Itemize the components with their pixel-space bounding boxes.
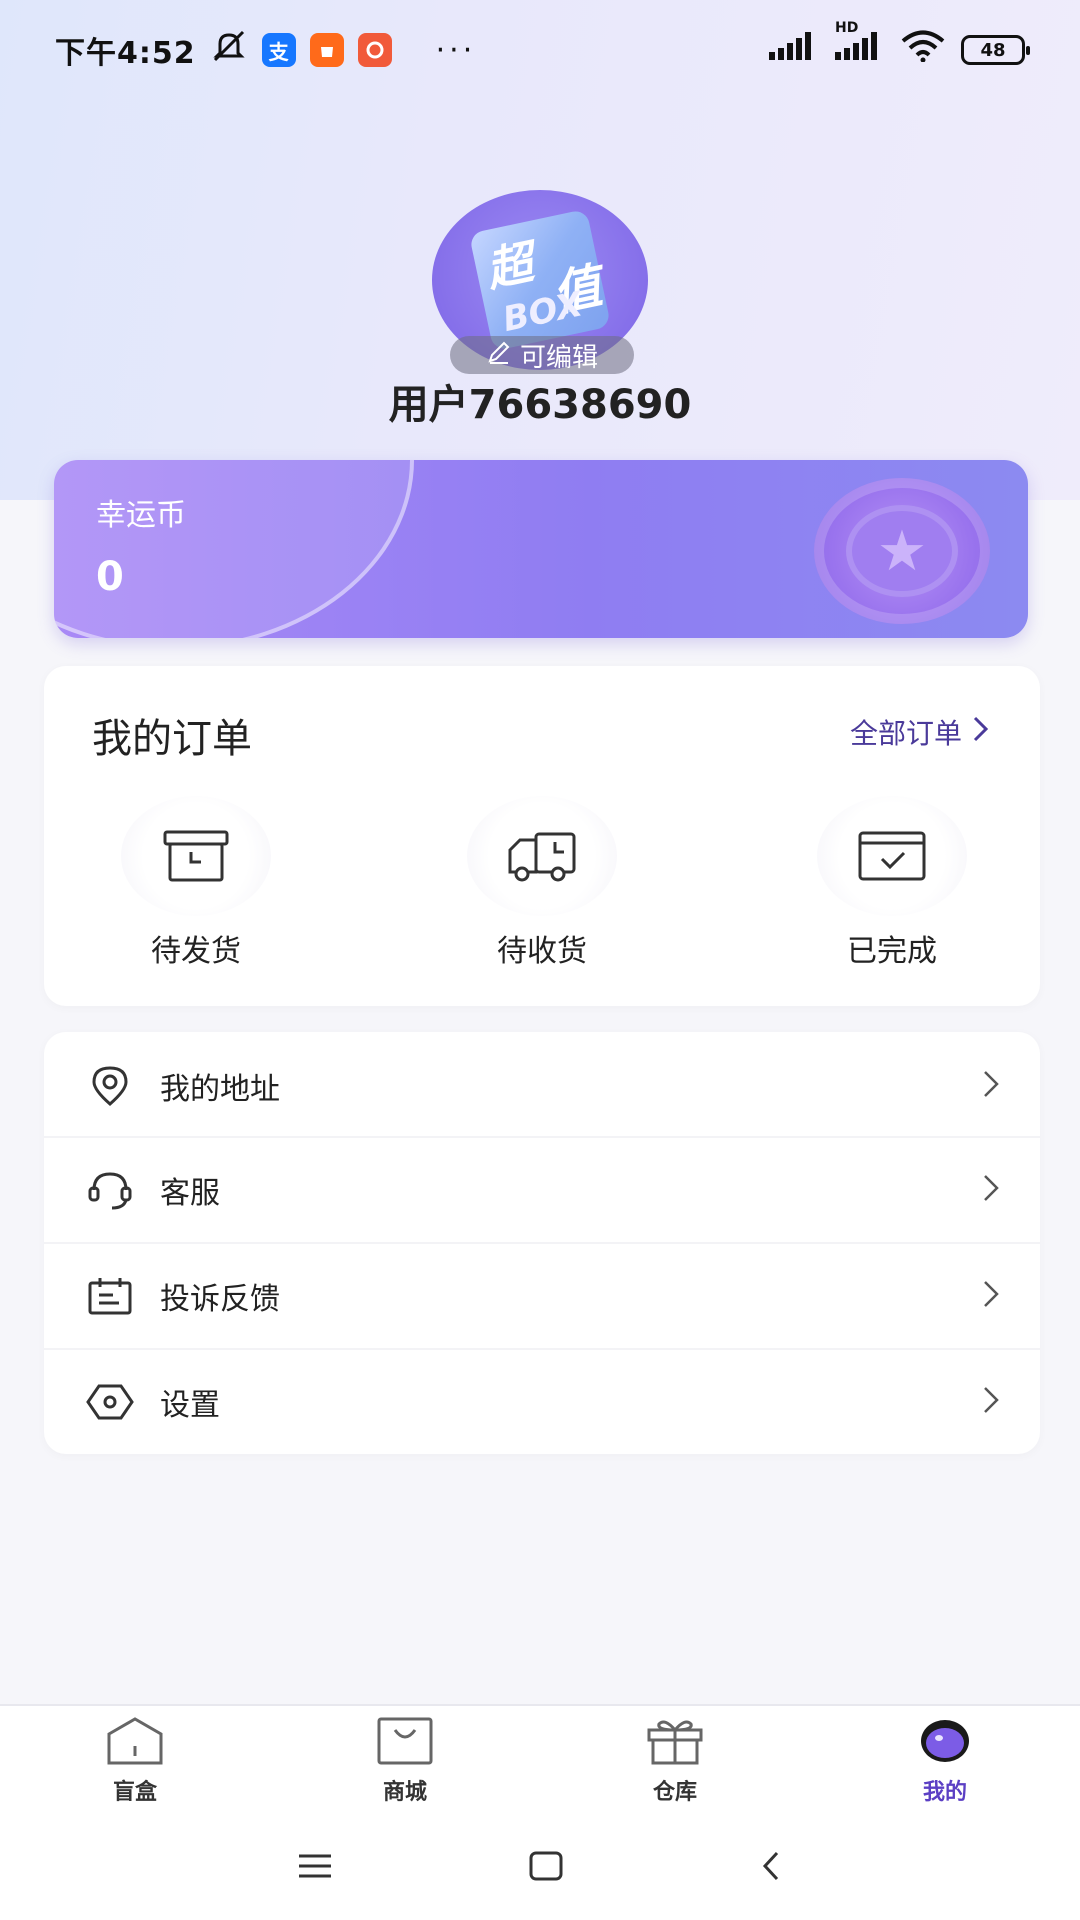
menu-item-feedback[interactable]: 投诉反馈 xyxy=(44,1244,1040,1348)
coin-value: 0 xyxy=(96,554,124,600)
status-bar: 下午4:52 支 ··· HD 48 xyxy=(0,0,1080,100)
hd-label: HD xyxy=(835,20,859,36)
menu-label: 设置 xyxy=(160,1388,220,1423)
headset-icon xyxy=(84,1164,136,1216)
more-notifications-icon: ··· xyxy=(435,32,477,68)
decorative-arc xyxy=(54,460,414,638)
star-coin-icon: ★ xyxy=(814,478,990,624)
edit-profile-button[interactable]: 可编辑 xyxy=(450,336,634,374)
menu-card: 我的地址 客服 投诉反馈 设置 xyxy=(44,1032,1040,1454)
battery-icon: 48 xyxy=(961,35,1030,65)
nav-mall[interactable]: 商城 xyxy=(270,1706,540,1816)
shopping-app-icon xyxy=(309,33,344,67)
feedback-calendar-icon xyxy=(84,1270,136,1322)
nav-label: 商城 xyxy=(382,1780,427,1805)
nav-label: 盲盒 xyxy=(112,1780,157,1805)
hd-signal-icon: HD xyxy=(835,20,885,68)
alipay-app-icon: 支 xyxy=(261,33,296,67)
chevron-right-icon xyxy=(982,1173,1000,1207)
all-orders-label: 全部订单 xyxy=(849,717,962,750)
wifi-icon xyxy=(901,30,945,70)
status-time: 下午4:52 xyxy=(55,36,196,71)
username: 用户76638690 xyxy=(388,382,692,428)
order-label: 已完成 xyxy=(847,934,937,969)
home-square-icon[interactable] xyxy=(528,1850,564,1886)
gift-icon xyxy=(645,1716,705,1770)
nav-label: 我的 xyxy=(922,1780,967,1805)
order-completed[interactable]: 已完成 xyxy=(812,796,972,970)
completed-check-icon xyxy=(817,796,967,916)
nav-label: 仓库 xyxy=(652,1780,697,1805)
home-box-icon xyxy=(105,1716,165,1770)
orders-title: 我的订单 xyxy=(92,716,252,762)
edit-label: 可编辑 xyxy=(519,342,598,373)
chevron-right-icon xyxy=(972,715,990,750)
menu-label: 客服 xyxy=(160,1176,220,1211)
my-orders-card: 我的订单 全部订单 待发货 待收货 已完成 xyxy=(44,666,1040,1006)
order-pending-receipt[interactable]: 待收货 xyxy=(462,796,622,970)
settings-hexagon-icon xyxy=(84,1376,136,1428)
chevron-right-icon xyxy=(982,1385,1000,1419)
menu-lines-icon[interactable] xyxy=(297,1852,333,1884)
shopping-bag-icon xyxy=(375,1716,435,1770)
bottom-navigation: 盲盒 商城 仓库 我的 xyxy=(0,1704,1080,1816)
signal-icon xyxy=(769,32,819,68)
menu-label: 我的地址 xyxy=(160,1072,280,1107)
nav-warehouse[interactable]: 仓库 xyxy=(540,1706,810,1816)
box-logo: 超 值 BOX xyxy=(468,208,612,352)
menu-item-settings[interactable]: 设置 xyxy=(44,1350,1040,1454)
back-chevron-icon[interactable] xyxy=(759,1850,783,1886)
profile-face-icon xyxy=(915,1716,975,1770)
notification-icons: 支 ··· xyxy=(210,29,477,71)
menu-label: 投诉反馈 xyxy=(160,1282,280,1317)
all-orders-link[interactable]: 全部订单 xyxy=(850,712,990,752)
order-label: 待发货 xyxy=(151,934,241,969)
marketplace-app-icon xyxy=(357,33,392,67)
chevron-right-icon xyxy=(982,1069,1000,1103)
nav-blind-box[interactable]: 盲盒 xyxy=(0,1706,270,1816)
logo-text-chao: 超 xyxy=(481,234,538,298)
package-box-icon xyxy=(121,796,271,916)
chevron-right-icon xyxy=(982,1279,1000,1313)
mute-bell-icon xyxy=(210,29,248,71)
order-pending-shipment[interactable]: 待发货 xyxy=(116,796,276,970)
location-pin-icon xyxy=(84,1060,136,1112)
order-label: 待收货 xyxy=(497,934,587,969)
pencil-icon xyxy=(486,339,512,372)
system-navigation-bar xyxy=(0,1816,1080,1920)
nav-mine[interactable]: 我的 xyxy=(810,1706,1080,1816)
menu-item-customer-service[interactable]: 客服 xyxy=(44,1138,1040,1242)
coin-label: 幸运币 xyxy=(96,498,186,533)
menu-item-address[interactable]: 我的地址 xyxy=(44,1034,1040,1138)
lucky-coin-card[interactable]: 幸运币 0 ★ xyxy=(54,460,1028,638)
delivery-truck-icon xyxy=(467,796,617,916)
